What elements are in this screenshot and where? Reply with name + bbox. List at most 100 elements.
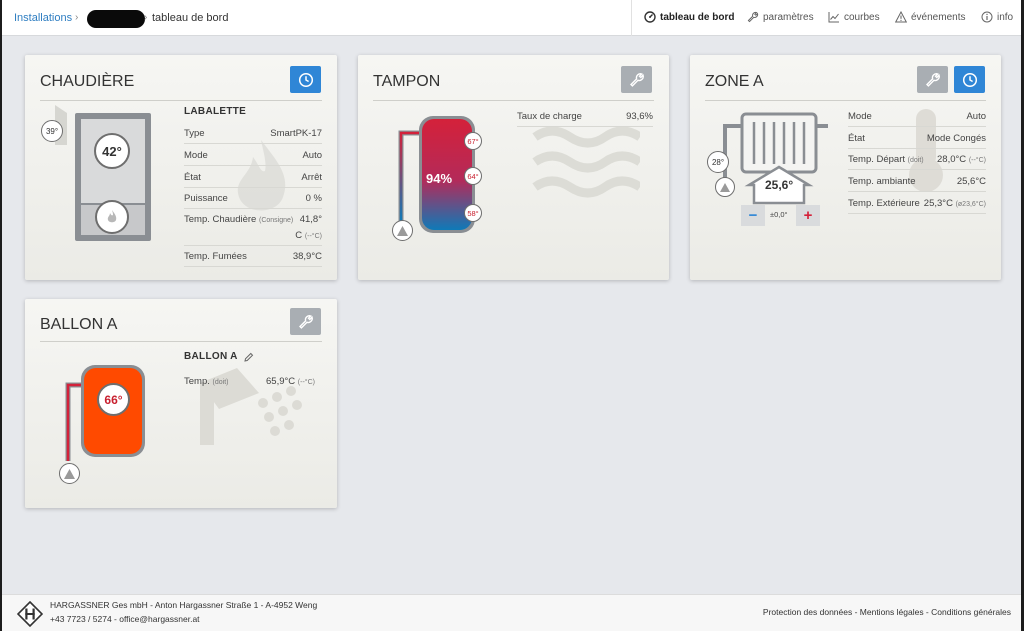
nav-tab-evenements[interactable]: événements	[895, 11, 965, 23]
footer-legal-links[interactable]: Protection des données - Mentions légale…	[763, 607, 1011, 617]
pump-triangle-icon	[397, 225, 408, 236]
tampon-charge-value: 93,6%	[626, 111, 653, 122]
zone-a-increase-button[interactable]: +	[796, 205, 820, 226]
footer: HARGASSNER Ges mbH - Anton Hargassner St…	[2, 594, 1021, 631]
zone-a-title: ZONE A	[705, 73, 764, 90]
ballon-a-temp-value-small: (--°C)	[297, 379, 315, 386]
zone-a-exterieure-label: Temp. Extérieure	[848, 198, 920, 209]
row-divider	[848, 148, 986, 149]
breadcrumb-separator: ›	[75, 12, 79, 23]
nav-tab-dashboard[interactable]: tableau de bord	[644, 11, 734, 23]
flame-icon	[107, 210, 117, 223]
chaudiere-temp-value-line2: C (--°C)	[295, 230, 322, 241]
chaudiere-etat-label: État	[184, 172, 201, 183]
ballon-a-temp-label-text: Temp.	[184, 376, 210, 387]
zone-a-mode-label: Mode	[848, 111, 872, 122]
ballon-a-name: BALLON A	[184, 351, 238, 362]
zone-a-mode-value: Auto	[966, 111, 986, 122]
chaudiere-schedule-button[interactable]	[290, 66, 321, 93]
flame-watermark-icon	[237, 140, 286, 211]
clock-icon	[298, 72, 313, 87]
zone-a-depart-value: 28,0°C	[937, 154, 967, 165]
hargassner-logo-icon	[17, 601, 43, 627]
tampon-divider	[373, 100, 654, 101]
pump-triangle-icon	[720, 182, 730, 192]
chaudiere-type-value: SmartPK-17	[270, 128, 322, 139]
nav-tab-parametres[interactable]: paramètres	[747, 11, 814, 23]
row-divider	[848, 213, 986, 214]
zone-a-decrease-button[interactable]: −	[741, 205, 765, 226]
chaudiere-temp-label-small: (Consigne)	[259, 217, 294, 224]
row-divider	[184, 143, 322, 144]
tampon-card: TAMPON 94% 67° 64° 58° Taux de charge 93…	[358, 55, 669, 280]
chaudiere-mode-value: Auto	[302, 150, 322, 161]
chaudiere-puissance-label: Puissance	[184, 193, 228, 204]
chaudiere-type-label: Type	[184, 128, 205, 139]
chaudiere-puissance-value: 0 %	[305, 193, 322, 204]
row-divider	[848, 169, 986, 170]
zone-a-depart-label: Temp. Départ (doit)	[848, 154, 924, 165]
ballon-a-pump	[59, 463, 80, 484]
row-divider	[184, 266, 322, 267]
ballon-a-temp-value: 65,9°C	[266, 376, 296, 387]
chaudiere-burner	[95, 200, 129, 234]
nav-tab-parametres-label: paramètres	[763, 11, 814, 23]
info-icon	[981, 11, 993, 23]
row-divider	[184, 245, 322, 246]
zone-a-divider	[705, 100, 986, 101]
chart-icon	[828, 12, 839, 23]
zone-a-exterieure-value: 25,3°C	[923, 198, 953, 209]
chaudiere-mode-label: Mode	[184, 150, 208, 161]
zone-a-depart-value-small: (--°C)	[968, 157, 986, 164]
row-divider	[184, 208, 322, 209]
nav-tab-courbes-label: courbes	[844, 11, 880, 23]
zone-a-pump	[715, 177, 735, 197]
ballon-a-settings-button[interactable]	[290, 308, 321, 335]
zone-a-offset: ±0,0°	[770, 210, 788, 219]
nav-tab-info[interactable]: info	[981, 11, 1013, 23]
top-bar: Installations › › tableau de bord tablea…	[2, 0, 1021, 36]
chaudiere-temp-value-small: (--°C)	[304, 233, 322, 240]
pump-triangle-icon	[64, 468, 75, 479]
nav-tab-info-label: info	[997, 11, 1014, 23]
ballon-a-tank-temp: 66°	[97, 383, 130, 416]
ballon-a-card: BALLON A 66° BALLON A Temp. (doit) 65,9°…	[25, 299, 337, 508]
ballon-a-temp-label-small: (doit)	[212, 379, 229, 386]
row-divider	[848, 191, 986, 192]
breadcrumb-installations-link[interactable]: Installations	[14, 12, 72, 24]
tampon-title: TAMPON	[373, 73, 441, 90]
chaudiere-fumees-value: 38,9°C	[292, 251, 322, 262]
zone-a-depart-value-wrap: 28,0°C (--°C)	[937, 154, 986, 165]
nav-divider	[631, 0, 632, 36]
chaudiere-fumees-label: Temp. Fumées	[184, 251, 247, 262]
chaudiere-outside-temp: 39°	[41, 120, 63, 142]
warning-icon	[895, 11, 907, 23]
nav-tab-courbes[interactable]: courbes	[828, 11, 880, 23]
chaudiere-temp-value-2: C	[295, 230, 303, 241]
footer-contact: +43 7723 / 5274 - office@hargassner.at	[50, 614, 200, 624]
nav-tab-evenements-label: événements	[911, 11, 966, 23]
chaudiere-divider	[40, 100, 322, 101]
chaudiere-temp-value-1: 41,8°	[299, 214, 322, 225]
chaudiere-name: LABALETTE	[184, 106, 247, 117]
tampon-temp-mid: 64°	[464, 167, 482, 185]
breadcrumb-separator-2: ›	[144, 12, 148, 23]
clock-icon	[962, 72, 977, 87]
nav-tab-dashboard-label: tableau de bord	[660, 11, 735, 23]
tampon-charge-percent: 94%	[426, 171, 453, 186]
row-divider	[184, 165, 322, 166]
zone-a-exterieure-value-small: (ø23,6°C)	[955, 201, 986, 208]
zone-a-schedule-button[interactable]	[954, 66, 985, 93]
tampon-settings-button[interactable]	[621, 66, 652, 93]
wrench-icon	[629, 72, 644, 87]
chaudiere-temp-label: Temp. Chaudière (Consigne)	[184, 214, 293, 225]
wrench-icon	[298, 314, 313, 329]
breadcrumb-redacted-installation[interactable]	[87, 10, 145, 28]
chaudiere-temp-label-text: Temp. Chaudière	[184, 214, 257, 225]
zone-a-settings-button[interactable]	[917, 66, 948, 93]
breadcrumb-current: tableau de bord	[152, 12, 229, 24]
row-divider	[184, 187, 322, 188]
row-divider	[848, 126, 986, 127]
pencil-edit-icon[interactable]	[244, 352, 254, 362]
chaudiere-title: CHAUDIÈRE	[40, 73, 135, 90]
